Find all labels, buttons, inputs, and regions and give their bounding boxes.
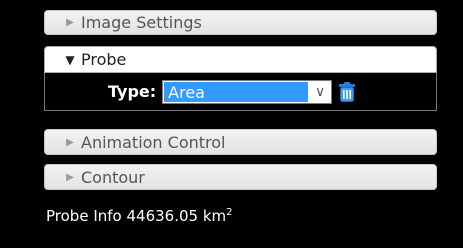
probe-info: Probe Info 44636.05 km2 xyxy=(46,207,233,225)
image-settings-label: Image Settings xyxy=(81,13,202,32)
probe-header[interactable]: ▼ Probe xyxy=(44,46,437,73)
probe-label: Probe xyxy=(81,50,127,69)
trash-icon[interactable] xyxy=(336,80,358,104)
probe-info-unit: km xyxy=(202,207,227,225)
probe-info-label: Probe Info xyxy=(46,207,122,225)
contour-label: Contour xyxy=(81,167,145,187)
chevron-right-icon: ▶ xyxy=(66,136,74,148)
probe-info-unit-exponent: 2 xyxy=(226,207,233,218)
chevron-down-icon: ▼ xyxy=(65,52,75,67)
dropdown-arrow-icon[interactable]: ∨ xyxy=(309,80,332,103)
contour-header[interactable]: ▶ Contour xyxy=(44,164,437,190)
image-settings-header[interactable]: ▶ Image Settings xyxy=(44,10,437,35)
animation-control-label: Animation Control xyxy=(81,132,226,152)
probe-type-selected-value: Area xyxy=(164,81,309,102)
probe-body: Type: Area ∨ xyxy=(44,73,437,111)
chevron-right-icon: ▶ xyxy=(66,171,74,183)
chevron-right-icon: ▶ xyxy=(66,17,74,28)
type-label: Type: xyxy=(108,82,157,101)
probe-info-value: 44636.05 xyxy=(126,207,199,225)
probe-type-select[interactable]: Area ∨ xyxy=(162,79,333,104)
animation-control-header[interactable]: ▶ Animation Control xyxy=(44,129,437,155)
